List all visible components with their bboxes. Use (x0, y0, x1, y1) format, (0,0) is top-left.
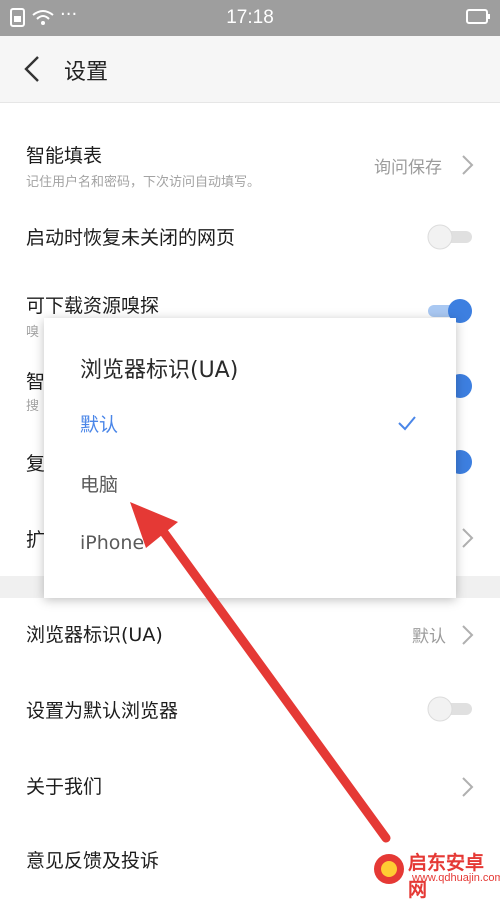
chevron-right-icon (462, 528, 474, 548)
setting-value: 默认 (412, 627, 446, 647)
chevron-right-icon (462, 155, 474, 175)
ua-option-iphone[interactable]: iPhone (44, 516, 456, 576)
setting-restore-tabs[interactable]: 启动时恢复未关闭的网页 (0, 219, 500, 259)
back-arrow-icon[interactable] (18, 54, 48, 84)
ua-option-desktop[interactable]: 电脑 (44, 454, 456, 514)
ua-selection-dialog: 浏览器标识(UA) 默认 电脑 iPhone (44, 318, 456, 598)
watermark-logo-icon (374, 854, 404, 884)
setting-default-browser[interactable]: 设置为默认浏览器 (0, 694, 500, 734)
setting-label: 设置为默认浏览器 (26, 700, 179, 722)
battery-icon (466, 9, 490, 24)
setting-label: 智 (26, 371, 46, 393)
setting-label: 智能填表 (26, 145, 103, 167)
chevron-right-icon (462, 625, 474, 645)
clock: 17:18 (226, 7, 274, 28)
setting-label: 启动时恢复未关闭的网页 (26, 227, 236, 249)
toggle-off-icon[interactable] (426, 694, 474, 724)
setting-label: 意见反馈及投诉 (26, 850, 160, 872)
site-watermark: 启东安卓网 www.qdhuajin.com (372, 848, 500, 901)
chevron-right-icon (462, 777, 474, 797)
option-label: iPhone (80, 532, 145, 554)
setting-label: 可下载资源嗅探 (26, 295, 160, 317)
ua-option-default[interactable]: 默认 (44, 394, 456, 454)
page-title: 设置 (64, 60, 109, 85)
setting-label: 扩 (26, 529, 46, 551)
watermark-url: www.qdhuajin.com (412, 872, 500, 884)
setting-about[interactable]: 关于我们 (0, 770, 500, 810)
setting-subtitle: 搜 (26, 399, 40, 414)
option-label: 默认 (80, 414, 119, 436)
setting-subtitle: 嗅 (26, 325, 40, 340)
setting-label: 浏览器标识(UA) (26, 624, 163, 646)
status-bar: ··· 17:18 (0, 0, 500, 36)
dialog-title: 浏览器标识(UA) (80, 358, 239, 383)
setting-subtitle: 记住用户名和密码，下次访问自动填写。 (26, 175, 261, 190)
app-header: 设置 (0, 36, 500, 103)
setting-label: 关于我们 (26, 776, 103, 798)
setting-browser-ua[interactable]: 浏览器标识(UA) 默认 (0, 618, 500, 658)
setting-label: 复 (26, 453, 46, 475)
option-label: 电脑 (80, 474, 119, 496)
setting-value: 询问保存 (374, 158, 442, 178)
check-icon (398, 416, 416, 431)
setting-smart-fill[interactable]: 智能填表 记住用户名和密码，下次访问自动填写。 询问保存 (0, 137, 500, 197)
toggle-off-icon[interactable] (426, 222, 474, 252)
